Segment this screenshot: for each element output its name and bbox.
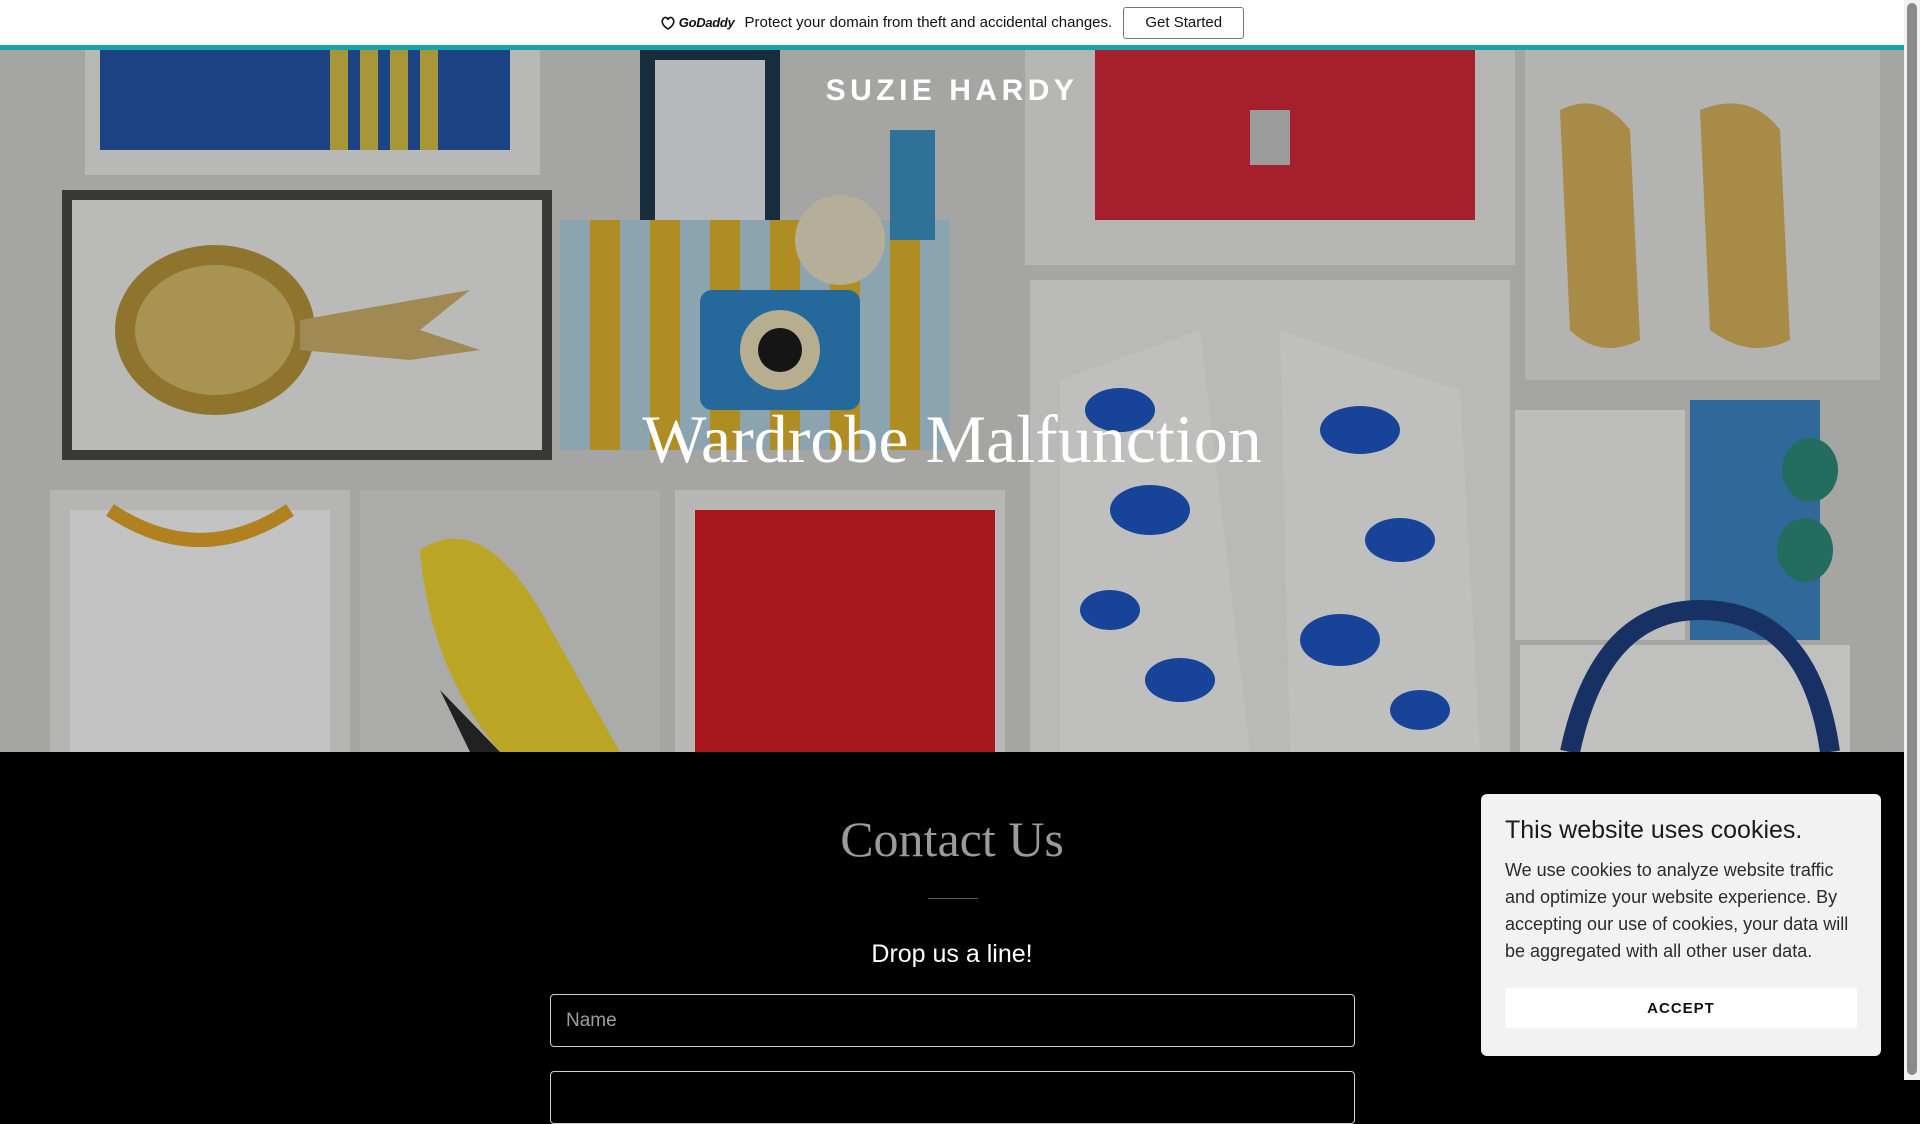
accept-cookies-button[interactable]: ACCEPT	[1505, 988, 1857, 1028]
godaddy-logo-text: GoDaddy	[678, 15, 735, 30]
name-field[interactable]	[550, 994, 1355, 1047]
get-started-button[interactable]: Get Started	[1123, 6, 1245, 39]
promo-message: Protect your domain from theft and accid…	[744, 14, 1113, 31]
cookie-banner: This website uses cookies. We use cookie…	[1481, 794, 1881, 1056]
hero-section: SUZIE HARDY Wardrobe Malfunction	[0, 50, 1904, 752]
promo-bar: GoDaddy Protect your domain from theft a…	[0, 0, 1904, 50]
email-field[interactable]	[550, 1071, 1355, 1124]
contact-divider	[928, 898, 978, 899]
name-input[interactable]	[551, 995, 1354, 1046]
hero-title: Wardrobe Malfunction	[642, 401, 1262, 477]
scrollbar[interactable]	[1904, 0, 1920, 1080]
godaddy-logo-icon	[661, 16, 675, 30]
cookie-body: We use cookies to analyze website traffi…	[1505, 860, 1849, 961]
site-name[interactable]: SUZIE HARDY	[0, 74, 1904, 108]
scrollbar-thumb[interactable]	[1907, 3, 1917, 1075]
cookie-title: This website uses cookies.	[1505, 816, 1803, 844]
godaddy-logo: GoDaddy	[660, 15, 735, 30]
